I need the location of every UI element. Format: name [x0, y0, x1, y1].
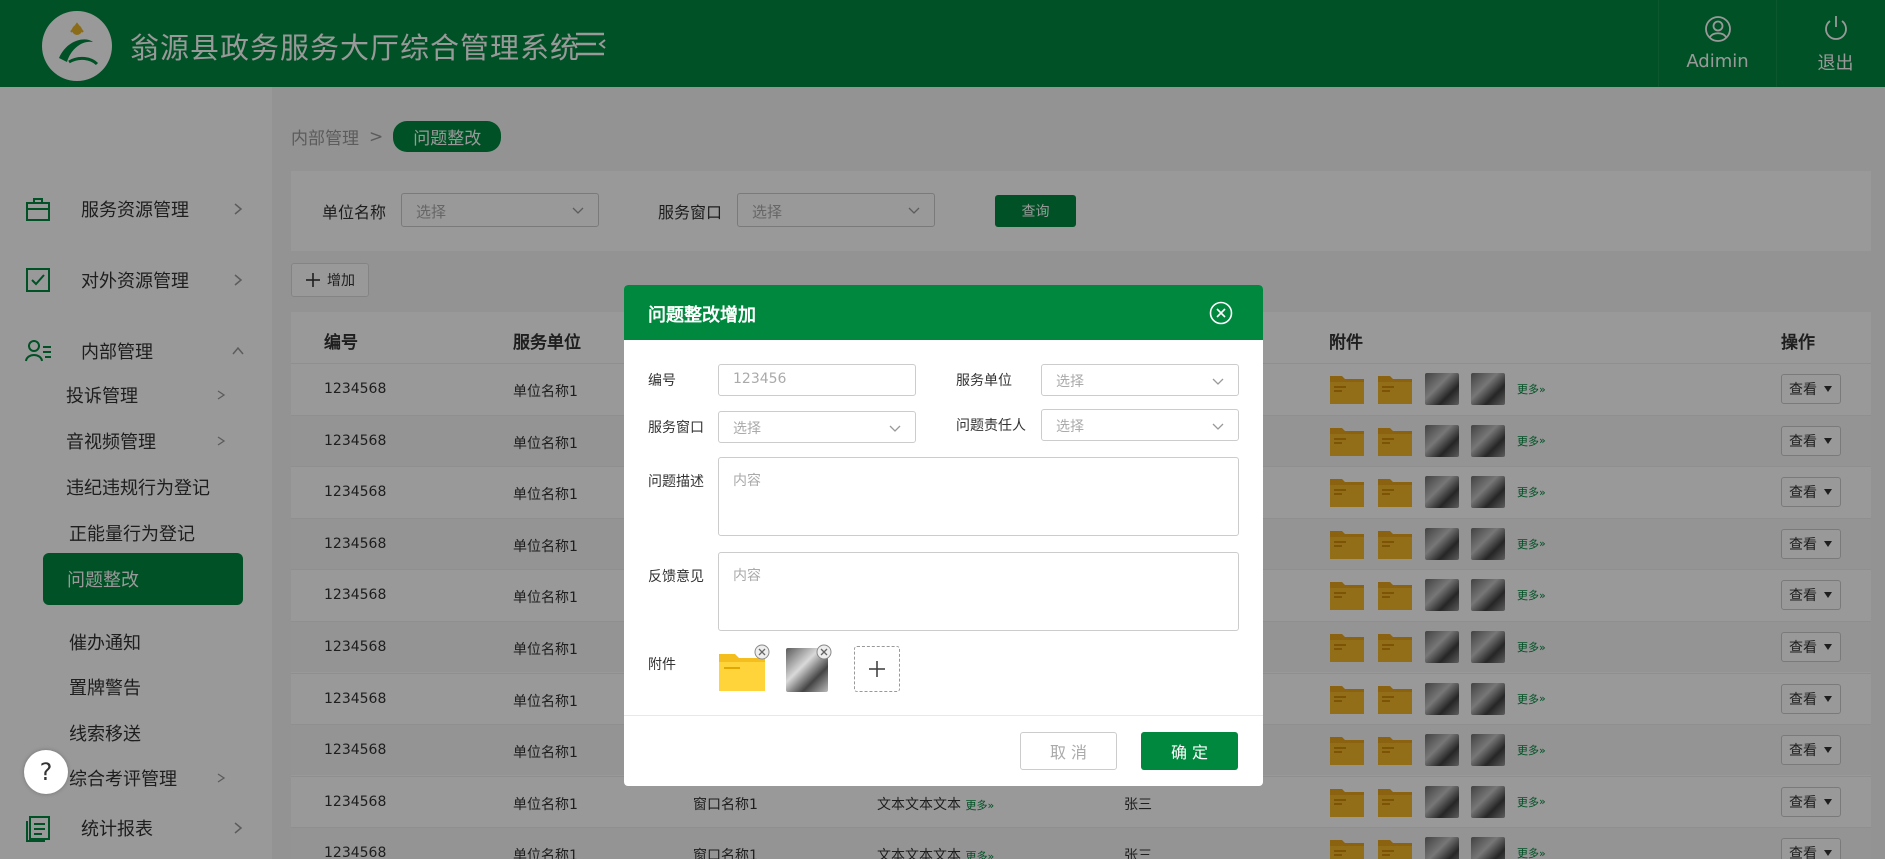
remove-icon[interactable]: [754, 644, 770, 660]
id-input[interactable]: 123456: [718, 364, 916, 396]
unit-select-placeholder: 选择: [1056, 374, 1084, 390]
close-icon[interactable]: [1209, 301, 1233, 325]
plus-icon: [869, 661, 885, 677]
chevron-down-icon: [889, 425, 901, 432]
attachment-label: 附件: [648, 657, 676, 673]
cancel-button[interactable]: 取 消: [1020, 732, 1117, 770]
help-button[interactable]: ?: [24, 750, 68, 794]
unit-select[interactable]: 选择: [1041, 364, 1239, 396]
description-placeholder: 内容: [733, 473, 761, 489]
chevron-down-icon: [1212, 378, 1224, 385]
dialog-title: 问题整改增加: [648, 305, 756, 326]
person-select[interactable]: 选择: [1041, 409, 1239, 441]
remove-icon[interactable]: [816, 644, 832, 660]
window-select-placeholder: 选择: [733, 421, 761, 437]
person-label: 问题责任人: [956, 418, 1026, 434]
feedback-placeholder: 内容: [733, 568, 761, 584]
confirm-button[interactable]: 确 定: [1141, 732, 1238, 770]
attachment-folder[interactable]: [718, 644, 770, 692]
chevron-down-icon: [1212, 423, 1224, 430]
id-label: 编号: [648, 373, 676, 389]
attachment-photo[interactable]: [786, 644, 832, 692]
description-label: 问题描述: [648, 474, 704, 490]
window-label: 服务窗口: [648, 420, 704, 436]
feedback-textarea[interactable]: 内容: [718, 552, 1239, 631]
add-attachment-button[interactable]: [854, 646, 900, 692]
unit-label: 服务单位: [956, 373, 1012, 389]
feedback-label: 反馈意见: [648, 569, 704, 585]
id-input-value: 123456: [733, 371, 787, 387]
window-select[interactable]: 选择: [718, 411, 916, 443]
rectification-add-dialog: 问题整改增加 编号 123456 服务单位 选择 服务窗口 选择 问题责任人 选…: [624, 285, 1263, 786]
person-select-placeholder: 选择: [1056, 419, 1084, 435]
dialog-header: 问题整改增加: [624, 285, 1263, 340]
dialog-footer: 取 消 确 定: [624, 715, 1263, 786]
description-textarea[interactable]: 内容: [718, 457, 1239, 536]
